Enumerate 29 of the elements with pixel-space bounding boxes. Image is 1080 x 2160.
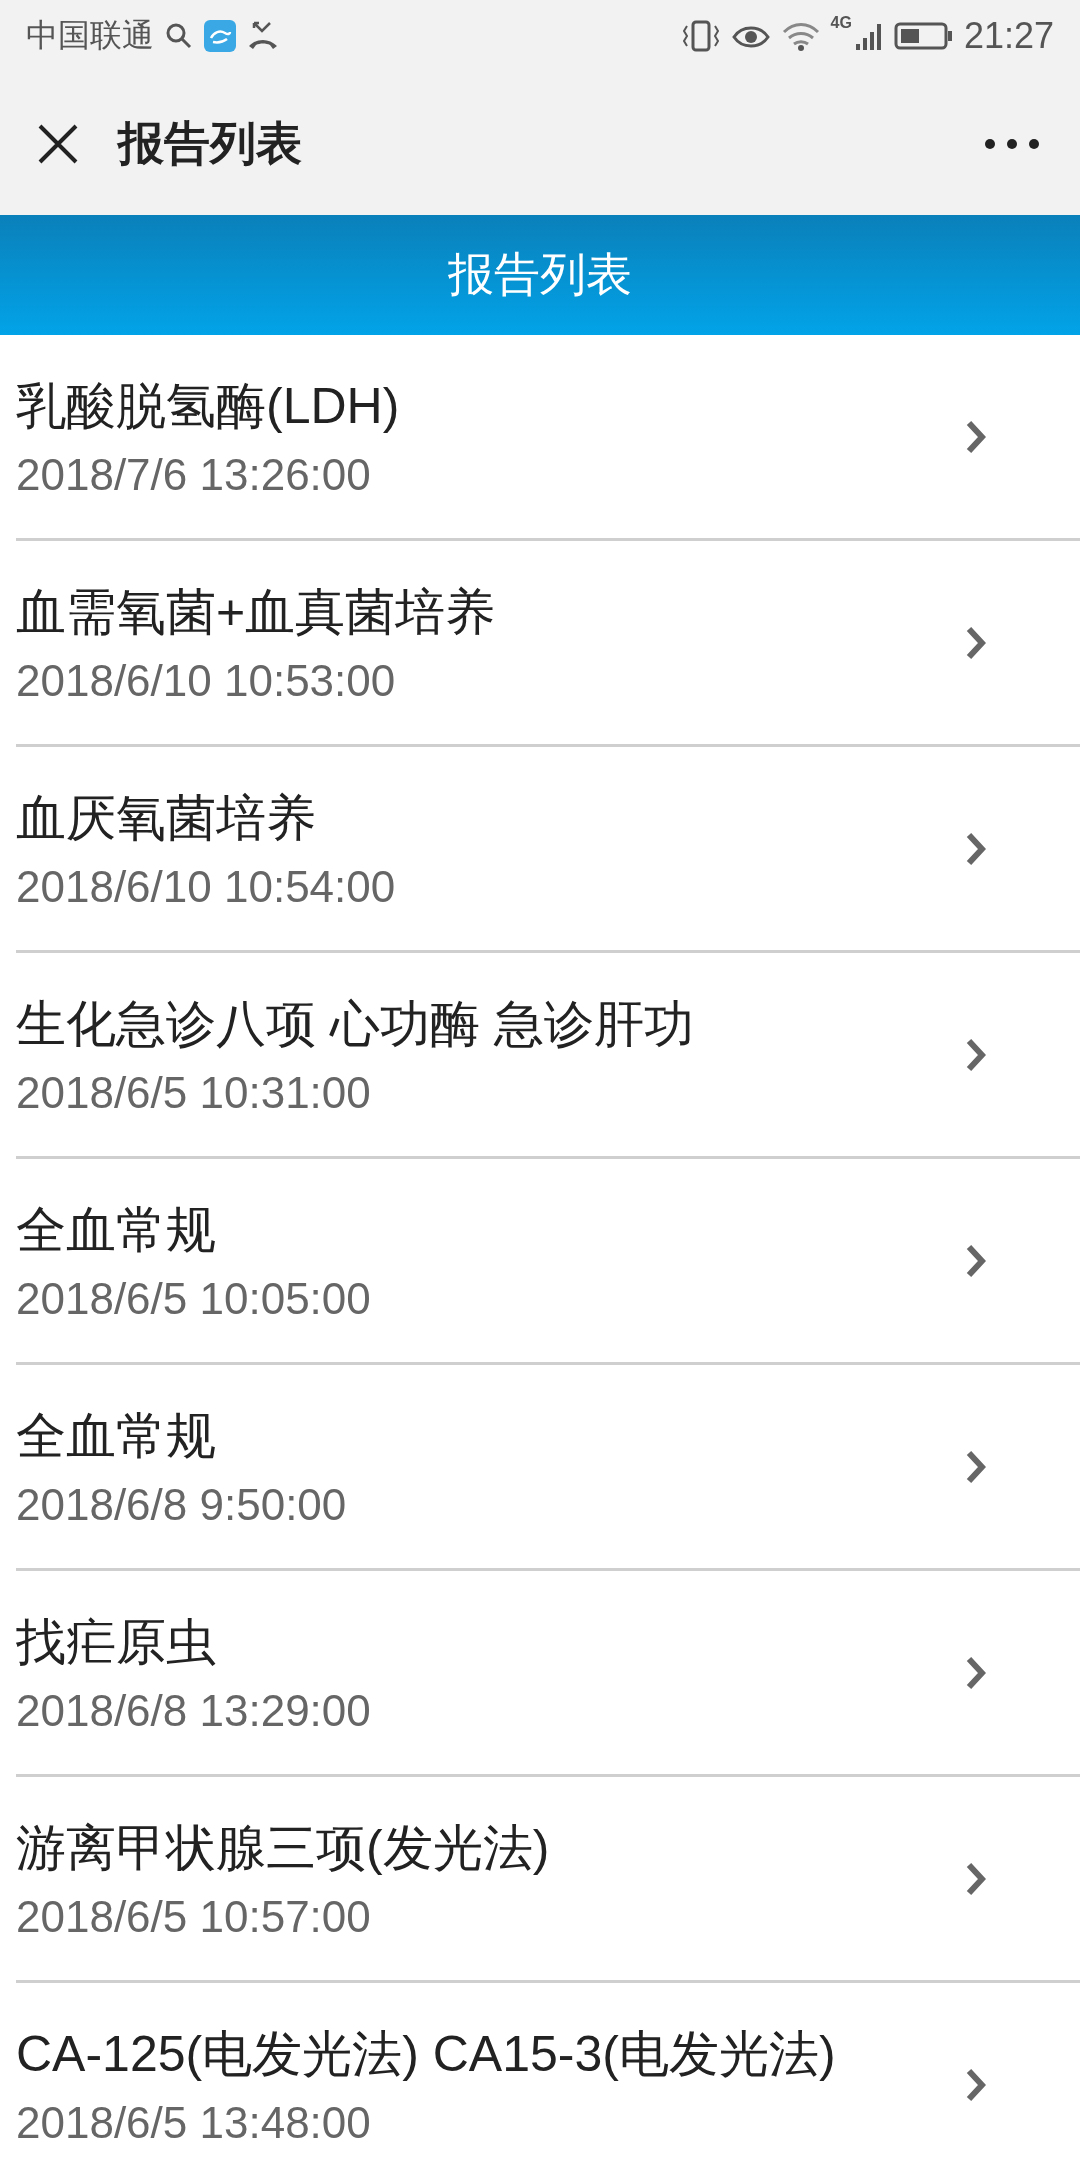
clock-time: 21:27 (963, 15, 1054, 57)
report-item[interactable]: 生化急诊八项 心功酶 急诊肝功 2018/6/5 10:31:00 (16, 953, 1080, 1159)
chevron-icon (966, 2067, 986, 2102)
chevron-icon (966, 1861, 986, 1896)
app-notification-icon (204, 20, 236, 52)
chevron-icon (966, 419, 986, 454)
chevron-icon (966, 1655, 986, 1690)
battery-icon (893, 21, 954, 51)
report-item[interactable]: 全血常规 2018/6/8 9:50:00 (16, 1365, 1080, 1571)
chevron-icon (966, 831, 986, 866)
report-item[interactable]: 血厌氧菌培养 2018/6/10 10:54:00 (16, 747, 1080, 953)
more-button[interactable] (984, 137, 1040, 150)
vibrate-icon (680, 20, 721, 52)
network-type-label: 4G (830, 14, 852, 32)
report-item[interactable]: CA-125(电发光法) CA15-3(电发光法) 2018/6/5 13:48:00 (16, 1983, 1080, 2160)
carrier-name: 中国联通 (26, 16, 154, 55)
report-item[interactable]: 找疟原虫 2018/6/8 13:29:00 (16, 1571, 1080, 1777)
chevron-icon (966, 1243, 986, 1278)
search-icon (164, 21, 194, 51)
report-item[interactable]: 乳酸脱氢酶(LDH) 2018/7/6 13:26:00 (16, 335, 1080, 541)
report-item[interactable]: 全血常规 2018/6/5 10:05:00 (16, 1159, 1080, 1365)
wifi-icon (780, 20, 821, 52)
page-title: 报告列表 (118, 115, 302, 171)
report-item[interactable]: 血需氧菌+血真菌培养 2018/6/10 10:53:00 (16, 541, 1080, 747)
banner-title: 报告列表 (448, 247, 632, 302)
chevron-icon (966, 625, 986, 660)
report-item[interactable]: 游离甲状腺三项(发光法) 2018/6/5 10:57:00 (16, 1777, 1080, 1983)
chevron-icon (966, 1037, 986, 1072)
chevron-icon (966, 1449, 986, 1484)
